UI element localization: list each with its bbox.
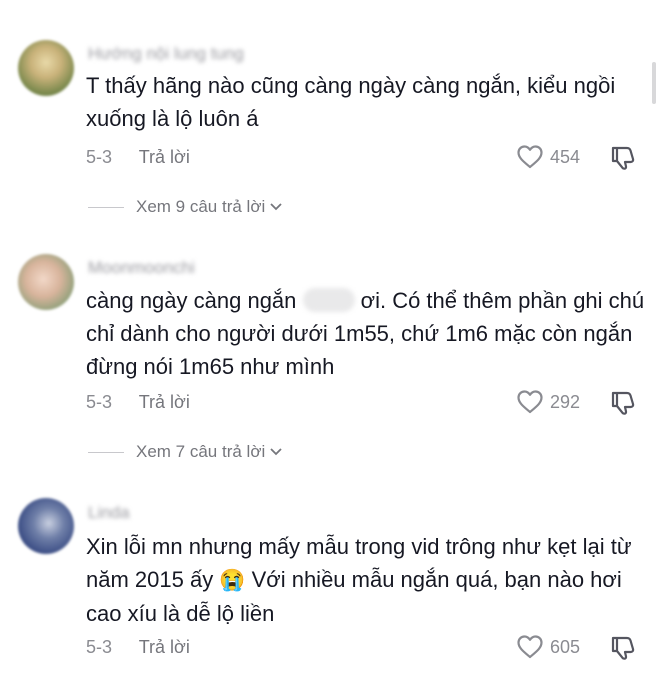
avatar[interactable] — [18, 40, 74, 96]
comment-username[interactable]: Hướng nội lung tung — [88, 44, 244, 64]
chevron-down-icon — [270, 203, 282, 211]
dislike-button[interactable] — [609, 634, 637, 667]
comment-text-part: càng ngày càng ngắn — [86, 288, 297, 313]
view-replies-label: Xem 9 câu trả lời — [136, 197, 266, 216]
comment-text: Xin lỗi mn nhưng mấy mẫu trong vid trông… — [86, 530, 646, 630]
view-replies-label: Xem 7 câu trả lời — [136, 442, 266, 461]
like-count: 292 — [550, 391, 581, 412]
divider-line — [88, 206, 124, 208]
reply-button[interactable]: Trả lời — [139, 637, 190, 657]
crying-emoji: 😭 — [219, 569, 246, 592]
thumbs-down-outline-icon — [611, 391, 635, 415]
divider-line — [88, 451, 124, 453]
comment-meta: 5-3 Trả lời — [86, 147, 190, 168]
thumbs-down-outline-icon — [611, 636, 635, 660]
like-button[interactable]: 605 — [516, 634, 580, 660]
chevron-down-icon — [270, 448, 282, 456]
comment-date: 5-3 — [86, 637, 113, 657]
reply-button[interactable]: Trả lời — [139, 392, 190, 412]
comment-meta: 5-3 Trả lời — [86, 637, 190, 658]
avatar[interactable] — [18, 254, 74, 310]
comment-username[interactable]: Moonmoonchi — [88, 258, 195, 278]
heart-outline-icon — [517, 145, 543, 169]
like-button[interactable]: 454 — [516, 144, 580, 170]
reply-button[interactable]: Trả lời — [139, 147, 190, 167]
avatar[interactable] — [18, 498, 74, 554]
like-count: 605 — [550, 636, 581, 657]
comment-date: 5-3 — [86, 147, 113, 167]
blurred-word — [302, 288, 355, 312]
thumbs-down-outline-icon — [611, 146, 635, 170]
like-button[interactable]: 292 — [516, 389, 580, 415]
comment-username[interactable]: Linda — [88, 503, 130, 523]
comment-text: càng ngày càng ngắn ơi. Có thể thêm phần… — [86, 284, 646, 383]
heart-outline-icon — [517, 635, 543, 659]
dislike-button[interactable] — [609, 144, 637, 177]
like-count: 454 — [550, 146, 581, 167]
scrollbar[interactable] — [652, 62, 656, 104]
comment-date: 5-3 — [86, 392, 113, 412]
view-replies-button[interactable]: Xem 7 câu trả lời — [88, 442, 283, 462]
view-replies-button[interactable]: Xem 9 câu trả lời — [88, 197, 283, 217]
heart-outline-icon — [517, 390, 543, 414]
comment-text: T thấy hãng nào cũng càng ngày càng ngắn… — [86, 73, 616, 131]
dislike-button[interactable] — [609, 389, 637, 422]
comment-meta: 5-3 Trả lời — [86, 392, 190, 413]
